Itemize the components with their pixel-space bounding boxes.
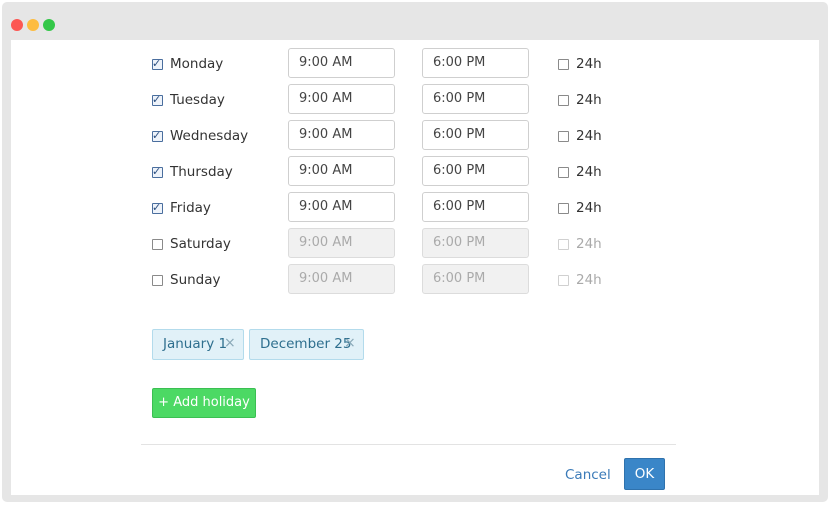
all-day-checkbox [558,239,569,250]
open-time-input[interactable]: 9:00 AM [288,192,395,222]
all-day-checkbox[interactable] [558,203,569,214]
window-maximize-button[interactable] [43,19,55,31]
all-day-checkbox[interactable] [558,131,569,142]
business-hours-dialog: ✓ Monday 9:00 AM 6:00 PM 24h ✓ Tuesday 9… [11,40,819,495]
open-time-input[interactable]: 9:00 AM [288,120,395,150]
day-label: Tuesday [170,92,225,108]
all-day-checkbox[interactable] [558,167,569,178]
close-time-input[interactable]: 6:00 PM [422,84,529,114]
cancel-button[interactable]: Cancel [565,467,611,483]
day-label: Thursday [170,164,233,180]
app-window: ✓ Monday 9:00 AM 6:00 PM 24h ✓ Tuesday 9… [2,2,828,502]
day-enabled-checkbox[interactable]: ✓ [152,93,163,106]
title-bar [2,2,828,40]
day-enabled-checkbox[interactable] [152,275,163,286]
all-day-label: 24h [576,272,602,288]
all-day-label: 24h [576,128,602,144]
open-time-input: 9:00 AM [288,264,395,294]
ok-button[interactable]: OK [624,458,665,490]
schedule-row-thursday: ✓ Thursday 9:00 AM 6:00 PM 24h [11,156,819,194]
checkmark-icon: ✓ [152,129,162,142]
holiday-tag-label: December 25 [260,336,352,352]
close-time-input[interactable]: 6:00 PM [422,156,529,186]
day-label: Sunday [170,272,221,288]
schedule-row-monday: ✓ Monday 9:00 AM 6:00 PM 24h [11,48,819,86]
day-enabled-checkbox[interactable]: ✓ [152,201,163,214]
all-day-checkbox[interactable] [558,95,569,106]
open-time-input[interactable]: 9:00 AM [288,156,395,186]
schedule-row-wednesday: ✓ Wednesday 9:00 AM 6:00 PM 24h [11,120,819,158]
checkmark-icon: ✓ [152,201,162,214]
all-day-label: 24h [576,164,602,180]
close-time-input: 6:00 PM [422,228,529,258]
schedule-row-tuesday: ✓ Tuesday 9:00 AM 6:00 PM 24h [11,84,819,122]
schedule-row-saturday: Saturday 9:00 AM 6:00 PM 24h [11,228,819,266]
close-time-input[interactable]: 6:00 PM [422,120,529,150]
holiday-tag: January 1 × [152,329,244,360]
day-label: Saturday [170,236,231,252]
day-enabled-checkbox[interactable]: ✓ [152,129,163,142]
checkmark-icon: ✓ [152,165,162,178]
schedule-row-friday: ✓ Friday 9:00 AM 6:00 PM 24h [11,192,819,230]
day-enabled-checkbox[interactable]: ✓ [152,165,163,178]
close-time-input[interactable]: 6:00 PM [422,192,529,222]
schedule-row-sunday: Sunday 9:00 AM 6:00 PM 24h [11,264,819,302]
day-label: Friday [170,200,211,216]
add-holiday-button[interactable]: + Add holiday [152,388,256,418]
all-day-label: 24h [576,200,602,216]
open-time-input[interactable]: 9:00 AM [288,48,395,78]
all-day-label: 24h [576,236,602,252]
holiday-tag: December 25 × [249,329,364,360]
window-minimize-button[interactable] [27,19,39,31]
all-day-label: 24h [576,56,602,72]
remove-tag-icon[interactable]: × [224,335,236,351]
all-day-checkbox [558,275,569,286]
open-time-input[interactable]: 9:00 AM [288,84,395,114]
open-time-input: 9:00 AM [288,228,395,258]
checkmark-icon: ✓ [152,57,162,70]
window-close-button[interactable] [11,19,23,31]
day-enabled-checkbox[interactable]: ✓ [152,57,163,70]
holiday-tag-label: January 1 [163,336,228,352]
day-enabled-checkbox[interactable] [152,239,163,250]
day-label: Monday [170,56,224,72]
remove-tag-icon[interactable]: × [344,335,356,351]
day-label: Wednesday [170,128,249,144]
all-day-label: 24h [576,92,602,108]
checkmark-icon: ✓ [152,93,162,106]
footer-divider [141,444,676,445]
all-day-checkbox[interactable] [558,59,569,70]
close-time-input[interactable]: 6:00 PM [422,48,529,78]
close-time-input: 6:00 PM [422,264,529,294]
